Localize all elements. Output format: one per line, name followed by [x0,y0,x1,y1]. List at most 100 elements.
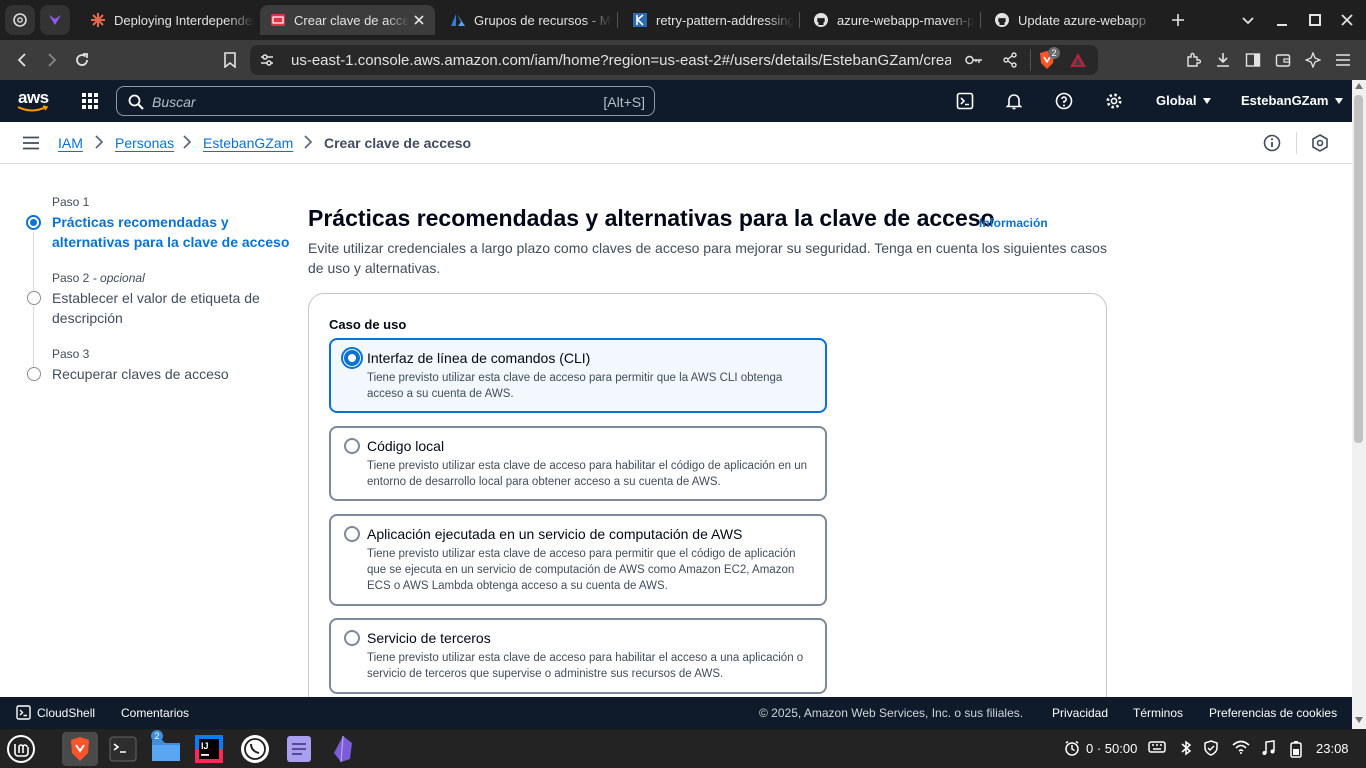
scrollbar-thumb[interactable] [1354,95,1363,443]
new-tab-plus-icon[interactable] [1168,10,1188,30]
cloudshell-icon[interactable] [955,91,975,111]
terms-link[interactable]: Términos [1133,706,1183,720]
share-icon[interactable] [1000,50,1020,70]
feedback-link[interactable]: Comentarios [121,706,189,720]
option-local-code[interactable]: Código local Tiene previsto utilizar est… [329,426,827,501]
tab-search-chevron-down-icon[interactable] [1238,10,1258,30]
aws-logo[interactable]: aws [16,88,50,114]
option-aws-compute[interactable]: Aplicación ejecutada en un servicio de c… [329,514,827,606]
info-panel-icon[interactable] [1263,134,1281,152]
radio-aws-compute[interactable] [344,526,360,542]
step-3-title: Recuperar claves de acceso [52,366,229,382]
radio-local-code[interactable] [344,438,360,454]
wifi-icon[interactable] [1232,740,1250,754]
option-title: Aplicación ejecutada en un servicio de c… [367,526,743,542]
keyboard-icon[interactable] [1148,740,1166,754]
region-selector[interactable]: Global [1156,93,1212,108]
option-description: Tiene previsto utilizar esta clave de ac… [367,652,804,680]
option-third-party[interactable]: Servicio de terceros Tiene previsto util… [329,618,827,694]
address-bar[interactable]: us-east-1.console.aws.amazon.com/iam/hom… [250,45,1098,75]
wallet-icon[interactable] [1273,50,1293,70]
music-note-icon[interactable] [1261,740,1275,756]
cookie-preferences-link[interactable]: Preferencias de cookies [1209,706,1337,720]
taskbar-brave[interactable] [62,732,98,766]
radio-cli[interactable] [341,347,363,369]
taskbar-intellij[interactable]: IJ [192,732,226,766]
leo-ai-icon[interactable] [1303,50,1323,70]
step-connector [33,232,34,291]
breadcrumb-user[interactable]: EstebanGZam [203,135,293,151]
sidebar-toggle-icon[interactable] [1243,50,1263,70]
privacy-link[interactable]: Privacidad [1052,706,1108,720]
url-divider [1030,49,1031,71]
settings-gear-icon[interactable] [1104,91,1124,111]
bookmark-icon[interactable] [220,50,240,70]
tab-update-azure-webapp[interactable]: Update azure-webapp [984,5,1156,35]
tab-separator [980,12,981,28]
cloudshell-icon [16,705,31,720]
step-3-label: Paso 3 [52,347,90,361]
extensions-icon[interactable] [1183,50,1203,70]
option-cli[interactable]: Interfaz de línea de comandos (CLI) Tien… [329,338,827,413]
menu-hamburger-icon[interactable] [1333,50,1353,70]
notifications-bell-icon[interactable] [1004,91,1024,111]
breadcrumb-iam[interactable]: IAM [58,135,83,151]
reload-icon[interactable] [72,50,92,70]
close-icon[interactable] [409,14,429,26]
taskbar-whatsapp[interactable] [238,732,272,766]
search-placeholder: Buscar [152,94,196,110]
window-close-icon[interactable] [1337,10,1357,30]
account-menu[interactable]: EstebanGZam [1241,93,1344,108]
tab-title: Update azure-webapp [1018,12,1146,28]
radio-third-party[interactable] [344,630,360,646]
cloudshell-button[interactable]: CloudShell [16,705,95,720]
tab-azure-webapp-maven[interactable]: azure-webapp-maven-plugin [803,5,975,35]
option-description: Tiene previsto utilizar esta clave de ac… [367,460,808,488]
tab-crear-clave[interactable]: Crear clave de acceso | IAM | Global [260,5,435,35]
taskbar-terminal[interactable] [106,732,140,766]
services-grid-icon[interactable] [80,91,100,111]
linux-mint-menu[interactable] [4,732,38,766]
pinned-tab-app[interactable] [40,5,70,35]
taskbar-notes[interactable] [282,732,316,766]
option-title: Servicio de terceros [367,630,491,646]
key-icon[interactable] [964,50,984,70]
taskbar-files[interactable]: 2 [149,730,183,766]
github-icon [813,12,829,28]
shield-security-icon[interactable] [1203,740,1219,756]
side-nav-menu-icon[interactable] [22,134,40,152]
brave-rewards-icon[interactable] [1068,50,1088,70]
forward-arrow-icon[interactable] [42,50,62,70]
breadcrumb-personas[interactable]: Personas [115,135,174,151]
taskbar-obsidian[interactable] [326,732,360,766]
scroll-down-icon[interactable] [1355,717,1363,723]
chevron-right-icon [182,135,192,149]
bluetooth-icon[interactable] [1180,740,1192,756]
tab-deploying[interactable]: Deploying Interdependent Azure Services [80,5,255,35]
step-2-indicator [27,291,41,305]
tab-azure-grupos[interactable]: Grupos de recursos - Microsoft Azure [440,5,612,35]
tab-title: Crear clave de acceso | IAM | Global [294,12,409,28]
option-description: Tiene previsto utilizar esta clave de ac… [367,548,796,592]
aws-search-input[interactable]: Buscar [Alt+S] [116,86,655,116]
tab-retry-pattern[interactable]: retry-pattern-addressing [622,5,794,35]
minimize-icon[interactable] [1272,10,1292,30]
timer-alarm-icon[interactable] [1064,740,1080,756]
cloudshell-label: CloudShell [37,705,96,720]
scroll-up-icon[interactable] [1355,83,1363,89]
info-link[interactable]: Información [979,216,1048,230]
maximize-icon[interactable] [1305,10,1325,30]
openai-icon [5,5,35,35]
app-icon [40,5,70,35]
step-1-title[interactable]: Prácticas recomendadas y alternativas pa… [52,212,292,252]
security-hexagon-icon[interactable] [1311,134,1329,152]
help-icon[interactable] [1054,91,1074,111]
url-text: us-east-1.console.aws.amazon.com/iam/hom… [291,51,951,69]
battery-icon[interactable] [1289,740,1303,758]
tab-separator [799,12,800,28]
download-icon[interactable] [1213,50,1233,70]
pinned-tab-chatgpt[interactable] [5,5,35,35]
back-arrow-icon[interactable] [12,50,32,70]
site-info-icon[interactable] [250,45,284,75]
toolbar-divider [1296,132,1297,154]
